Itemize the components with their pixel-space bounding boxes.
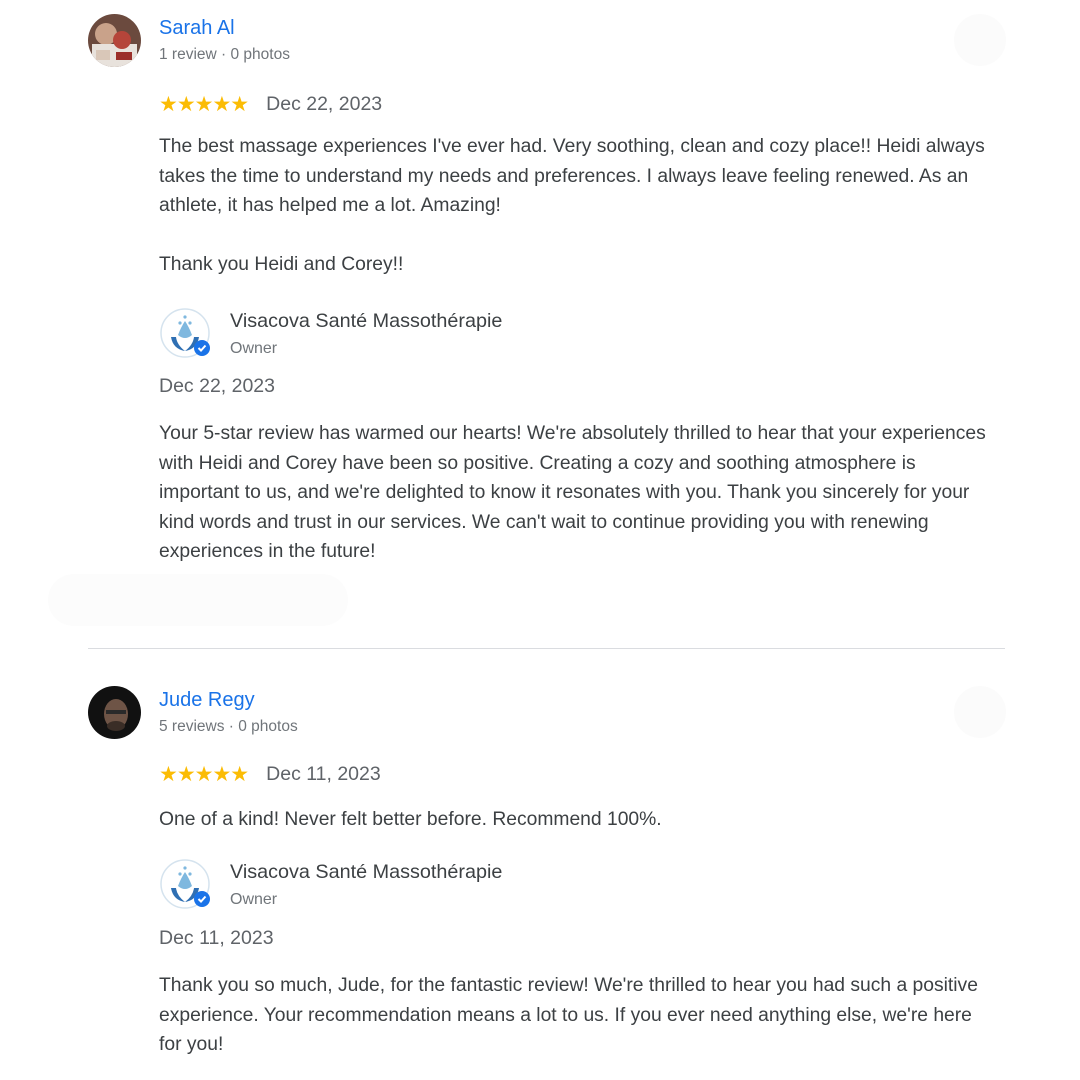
reviews-page: Sarah Al 1 review · 0 photos ★★★★★ Dec 2…	[0, 0, 1080, 1080]
owner-logo[interactable]	[159, 307, 213, 361]
reviewer-meta: 1 review · 0 photos	[159, 46, 290, 63]
faded-action-bar	[48, 574, 348, 626]
more-options-button[interactable]	[954, 686, 1006, 738]
owner-response-header: Visacova Santé Massothérapie Owner	[159, 307, 759, 361]
star-rating: ★★★★★	[159, 762, 249, 786]
review-text: The best massage experiences I've ever h…	[159, 132, 999, 279]
reviewer-avatar[interactable]	[88, 686, 141, 739]
reviewer-name[interactable]: Jude Regy	[159, 689, 255, 712]
rating-row: ★★★★★ Dec 22, 2023	[159, 92, 382, 116]
owner-name: Visacova Santé Massothérapie	[230, 861, 503, 883]
reply-date: Dec 22, 2023	[159, 375, 276, 397]
rating-row: ★★★★★ Dec 11, 2023	[159, 762, 381, 786]
more-options-button[interactable]	[954, 14, 1006, 66]
owner-logo[interactable]	[159, 858, 213, 912]
owner-response-header: Visacova Santé Massothérapie Owner	[159, 858, 759, 912]
star-rating: ★★★★★	[159, 92, 249, 116]
review-date: Dec 22, 2023	[266, 92, 383, 115]
owner-reply-text: Your 5-star review has warmed our hearts…	[159, 423, 986, 562]
reviewer-avatar[interactable]	[88, 14, 141, 67]
reply-date: Dec 11, 2023	[159, 927, 274, 949]
owner-name: Visacova Santé Massothérapie	[230, 310, 503, 332]
review-paragraph: Thank you Heidi and Corey!!	[159, 253, 404, 275]
owner-role: Owner	[230, 891, 278, 908]
review-divider	[88, 648, 1005, 649]
owner-reply-text: Thank you so much, Jude, for the fantast…	[159, 975, 978, 1055]
reviewer-meta: 5 reviews · 0 photos	[159, 718, 298, 735]
review-text: One of a kind! Never felt better before.…	[159, 805, 999, 835]
review-paragraph: The best massage experiences I've ever h…	[159, 136, 985, 216]
reviewer-name[interactable]: Sarah Al	[159, 17, 235, 40]
owner-role: Owner	[230, 340, 278, 357]
review-paragraph: One of a kind! Never felt better before.…	[159, 809, 662, 830]
review-date: Dec 11, 2023	[266, 762, 381, 785]
